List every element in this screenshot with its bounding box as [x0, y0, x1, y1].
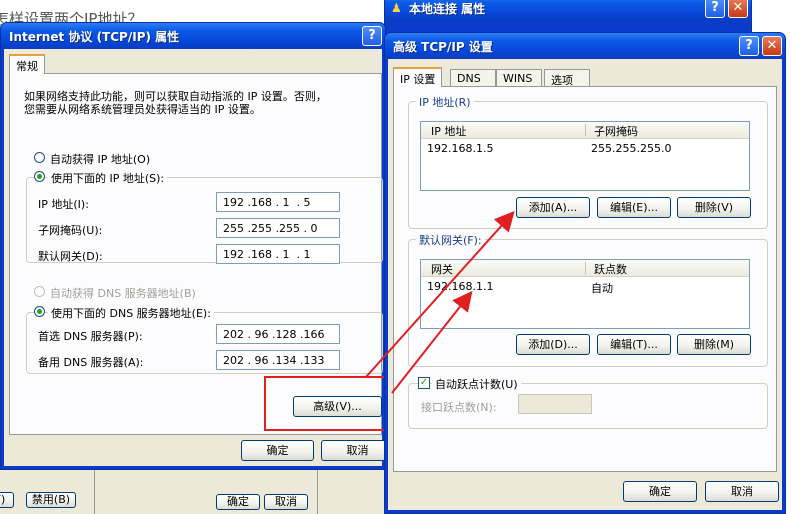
arrow-to-gateway: [391, 290, 473, 394]
arrow-to-add-button: [365, 211, 515, 378]
tab-ip-settings[interactable]: IP 设置: [393, 67, 443, 87]
tab-general[interactable]: 常规: [9, 54, 45, 74]
